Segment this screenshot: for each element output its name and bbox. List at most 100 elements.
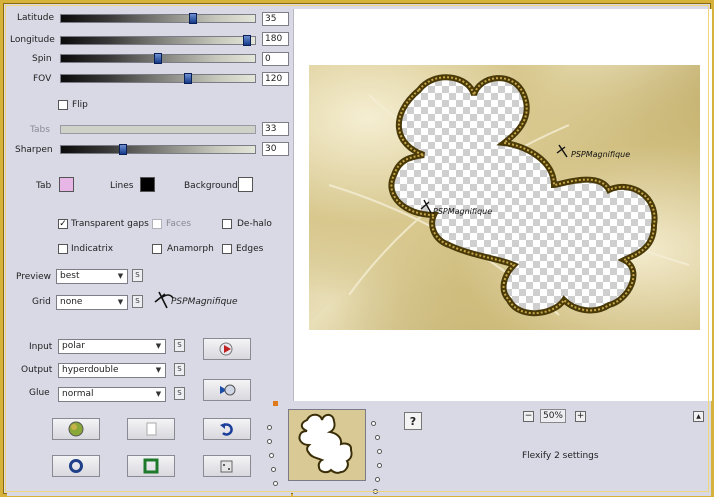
artwork-watermark-left: PSPMagnifique <box>433 207 492 216</box>
anamorph-checkbox[interactable] <box>152 244 162 254</box>
render-output-button[interactable] <box>203 379 251 401</box>
sphere-arrow-icon <box>220 384 236 396</box>
preset-dot[interactable] <box>375 477 380 482</box>
longitude-input[interactable]: 180 <box>262 32 289 46</box>
flip-checkbox[interactable] <box>58 100 68 110</box>
artwork-watermark-right: PSPMagnifique <box>571 150 630 159</box>
flip-label: Flip <box>72 100 88 110</box>
preset-dot[interactable] <box>371 421 376 426</box>
input-value: polar <box>62 341 85 351</box>
window-frame: Latitude 35 Longitude 180 Spin 0 FOV 120… <box>0 0 714 497</box>
zoom-level: 50% <box>540 409 566 423</box>
frame-shape-button[interactable] <box>127 455 175 477</box>
ring-shape-button[interactable] <box>52 455 100 477</box>
undo-button[interactable] <box>203 418 251 440</box>
background-color-label: Background <box>184 181 238 191</box>
de-halo-checkbox[interactable] <box>222 219 232 229</box>
watermark-logo: PSPMagnifique <box>153 288 253 312</box>
sharpen-input[interactable]: 30 <box>262 142 289 156</box>
thumbnail-preview[interactable] <box>288 409 366 481</box>
bottom-bar: ? − 50% + ▲ Flexify 2 settings <box>267 401 711 496</box>
faces-checkbox <box>152 219 162 229</box>
sharpen-slider[interactable] <box>60 144 256 155</box>
scroll-up-button[interactable]: ▲ <box>693 411 704 422</box>
preset-dot[interactable] <box>377 463 382 468</box>
latitude-label: Latitude <box>17 13 55 23</box>
sharpen-label: Sharpen <box>15 145 53 155</box>
dice-icon <box>220 460 233 473</box>
edges-checkbox[interactable] <box>222 244 232 254</box>
zoom-in-button[interactable]: + <box>575 411 586 422</box>
help-button[interactable]: ? <box>404 412 422 430</box>
tabs-label: Tabs <box>30 125 50 135</box>
fov-label: FOV <box>33 74 52 84</box>
preview-quality-value: best <box>60 271 80 281</box>
tabs-input[interactable]: 33 <box>262 122 289 136</box>
output-value: hyperdouble <box>62 365 119 375</box>
preset-dot[interactable] <box>377 449 382 454</box>
chevron-down-icon: ▼ <box>155 366 162 374</box>
preset-dot[interactable] <box>273 481 278 486</box>
preset-dot[interactable] <box>269 453 274 458</box>
copy-button[interactable] <box>127 418 175 440</box>
input-select[interactable]: polar ▼ <box>58 339 166 354</box>
glue-s-button[interactable]: S <box>174 387 185 400</box>
preset-dot[interactable] <box>375 435 380 440</box>
preset-dot[interactable] <box>267 425 272 430</box>
settings-status: Flexify 2 settings <box>522 451 599 461</box>
longitude-thumb[interactable] <box>243 35 251 46</box>
input-s-button[interactable]: S <box>174 339 185 352</box>
spin-input[interactable]: 0 <box>262 52 289 66</box>
longitude-slider[interactable] <box>60 35 256 46</box>
spin-thumb[interactable] <box>154 53 162 64</box>
grid-value: none <box>60 297 83 307</box>
spin-slider[interactable] <box>60 53 256 64</box>
preview-s-button[interactable]: S <box>132 269 143 282</box>
transparent-gaps-label: Transparent gaps <box>71 219 149 229</box>
input-label: Input <box>29 342 53 352</box>
grid-select[interactable]: none ▼ <box>56 295 128 310</box>
randomize-image-button[interactable] <box>52 418 100 440</box>
glue-select[interactable]: normal ▼ <box>58 387 166 402</box>
latitude-input[interactable]: 35 <box>262 12 289 26</box>
sharpen-thumb[interactable] <box>119 144 127 155</box>
output-s-button[interactable]: S <box>174 363 185 376</box>
zoom-out-button[interactable]: − <box>523 411 534 422</box>
latitude-slider[interactable] <box>60 13 256 24</box>
preset-dot[interactable] <box>267 439 272 444</box>
chevron-down-icon: ▼ <box>117 298 124 306</box>
indicatrix-checkbox[interactable] <box>58 244 68 254</box>
preset-dot[interactable] <box>271 467 276 472</box>
render-input-button[interactable] <box>203 338 251 360</box>
fov-slider[interactable] <box>60 73 256 84</box>
preview-canvas[interactable]: PSPMagnifique PSPMagnifique <box>293 9 712 401</box>
watermark-text: PSPMagnifique <box>171 297 238 307</box>
output-select[interactable]: hyperdouble ▼ <box>58 363 166 378</box>
settings-panel: Latitude 35 Longitude 180 Spin 0 FOV 120… <box>7 7 291 496</box>
lines-color-swatch[interactable] <box>140 177 155 192</box>
tab-color-swatch[interactable] <box>59 177 74 192</box>
random-dice-button[interactable] <box>203 455 251 477</box>
de-halo-label: De-halo <box>237 219 272 229</box>
preview-quality-select[interactable]: best ▼ <box>56 269 128 284</box>
tabs-slider <box>60 125 256 134</box>
ring-icon <box>69 459 83 473</box>
latitude-thumb[interactable] <box>189 13 197 24</box>
background-color-swatch[interactable] <box>238 177 253 192</box>
anamorph-label: Anamorph <box>167 244 214 254</box>
preset-dot[interactable] <box>373 489 378 494</box>
transparent-gaps-checkbox[interactable] <box>58 219 68 229</box>
preview-quality-label: Preview <box>16 272 52 282</box>
spin-label: Spin <box>32 54 52 64</box>
fov-input[interactable]: 120 <box>262 72 289 86</box>
output-label: Output <box>21 365 53 375</box>
grid-label: Grid <box>32 297 51 307</box>
chevron-down-icon: ▼ <box>117 272 124 280</box>
undo-icon <box>220 423 233 436</box>
grid-s-button[interactable]: S <box>132 295 143 308</box>
globe-icon <box>68 421 84 437</box>
fov-thumb[interactable] <box>184 73 192 84</box>
edges-label: Edges <box>236 244 264 254</box>
lines-color-label: Lines <box>110 181 134 191</box>
glue-value: normal <box>62 389 94 399</box>
